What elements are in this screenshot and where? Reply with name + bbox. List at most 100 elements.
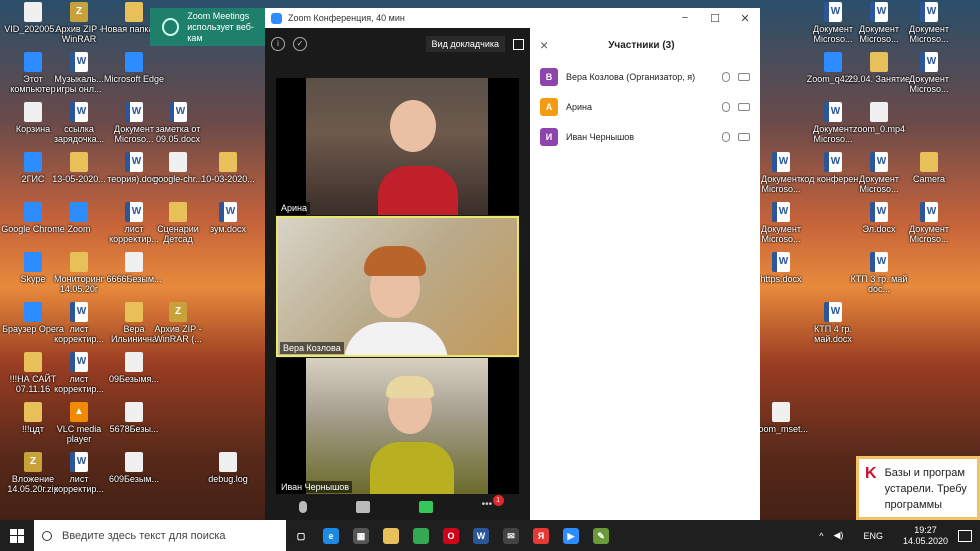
word-document-icon: W	[824, 2, 842, 22]
close-button[interactable]: ✕	[730, 12, 760, 25]
desktop-icon[interactable]: W Документ Microso...	[896, 202, 962, 244]
word-document-icon: W	[125, 202, 143, 222]
microphone-icon[interactable]	[722, 102, 730, 112]
shield-icon[interactable]: ✓	[293, 37, 307, 51]
language-indicator[interactable]: ENG	[863, 531, 883, 541]
desktop-icon[interactable]: 609Безым...	[101, 452, 167, 484]
desktop-icon[interactable]: 6666Безым...	[101, 252, 167, 284]
zoom-notification[interactable]: Zoom Meetings использует веб-кам	[150, 8, 265, 46]
microphone-icon[interactable]	[299, 501, 308, 513]
task-view-taskbar-button[interactable]: ▢	[286, 520, 316, 551]
zoom-titlebar: Zoom Конференция, 40 мин − ☐ ✕	[265, 8, 760, 28]
word-document-icon: W	[70, 452, 88, 472]
opera-taskbar-button[interactable]: O	[436, 520, 466, 551]
taskbar-search[interactable]: Введите здесь текст для поиска	[34, 520, 286, 551]
action-center-icon[interactable]	[958, 529, 972, 542]
word-document-icon: W	[824, 302, 842, 322]
video-camera-icon[interactable]	[738, 73, 750, 81]
search-icon	[42, 530, 52, 541]
application-icon	[24, 202, 42, 222]
video-camera-icon[interactable]	[738, 133, 750, 141]
desktop-icon-label: Документ Microso...	[761, 224, 801, 244]
more-icon[interactable]: ••• 1	[482, 495, 504, 513]
desktop-icon[interactable]: W КТП 3 гр. май doc...	[846, 252, 912, 294]
microphone-icon[interactable]	[722, 72, 730, 82]
participant-row[interactable]: В Вера Козлова (Организатор, я)	[530, 62, 760, 92]
microphone-icon[interactable]	[722, 132, 730, 142]
volume-icon[interactable]: ◀)	[834, 530, 844, 541]
share-screen-icon[interactable]	[418, 501, 433, 513]
desktop-icon-label: зум.docx	[209, 224, 247, 234]
desktop-icon[interactable]: 09Безымя...	[101, 352, 167, 384]
start-button[interactable]	[0, 520, 34, 551]
file-icon	[24, 2, 42, 22]
video-tile-active-speaker[interactable]: Вера Козлова	[276, 216, 519, 357]
word-taskbar-button[interactable]: W	[466, 520, 496, 551]
desktop-icon-label: zoom_mset...	[753, 424, 809, 434]
video-camera-icon[interactable]	[356, 501, 371, 513]
file-icon	[125, 252, 143, 272]
collapse-panel-icon[interactable]: ×	[540, 37, 548, 53]
edge-taskbar-button[interactable]: e	[316, 520, 346, 551]
desktop-icon-label: Документ Microso...	[859, 174, 899, 194]
paint-icon: ✎	[593, 527, 609, 544]
desktop-icon[interactable]: Camera	[896, 152, 962, 184]
desktop-icon[interactable]: Z Архив ZIP - WinRAR (...	[145, 302, 211, 344]
desktop-icon[interactable]: zoom_0.mp4	[846, 102, 912, 134]
clock[interactable]: 19:27 14.05.2020	[903, 525, 948, 547]
file-icon	[169, 152, 187, 172]
word-document-icon: W	[870, 202, 888, 222]
maximize-button[interactable]: ☐	[700, 12, 730, 25]
desktop-icon-label: Документ Microso...	[909, 24, 949, 44]
info-icon[interactable]: i	[271, 37, 285, 51]
tray-overflow-icon[interactable]: ^	[819, 531, 823, 541]
word-document-icon: W	[70, 302, 88, 322]
desktop-icon[interactable]: Microsoft Edge	[101, 52, 167, 84]
fullscreen-icon[interactable]	[513, 38, 524, 50]
application-icon	[70, 202, 88, 222]
desktop-icon[interactable]: debug.log	[195, 452, 261, 484]
chrome-taskbar-button[interactable]	[406, 520, 436, 551]
notification-text: использует веб-кам	[187, 21, 254, 43]
calculator-taskbar-button[interactable]: ▦	[346, 520, 376, 551]
word-document-icon: W	[920, 202, 938, 222]
video-tile[interactable]: Арина	[276, 78, 519, 215]
participant-name: Вера Козлова (Организатор, я)	[566, 72, 696, 82]
paint-taskbar-button[interactable]: ✎	[586, 520, 616, 551]
application-icon	[24, 252, 42, 272]
kaspersky-popup[interactable]: K Базы и програм устарели. Требу програм…	[856, 456, 980, 520]
desktop-icon-label: zoom_0.mp4	[852, 124, 906, 134]
desktop-icon-label: заметка от 09.05.docx	[155, 124, 201, 144]
desktop-icon[interactable]: Wзаметка от 09.05.docx	[145, 102, 211, 144]
desktop-icon-label: Эл.docx	[862, 224, 896, 234]
folder-icon	[70, 252, 88, 272]
desktop-icon-label: Skype	[20, 274, 46, 284]
file-icon	[772, 402, 790, 422]
zoom-taskbar-button[interactable]: ▶	[556, 520, 586, 551]
word-document-icon: W	[169, 102, 187, 122]
video-area: i ✓ Вид докладчика Арина Вера Козлова Ив…	[265, 28, 530, 520]
word-document-icon: W	[824, 102, 842, 122]
speaker-view-button[interactable]: Вид докладчика	[425, 36, 505, 52]
participant-row[interactable]: И Иван Чернышов	[530, 122, 760, 152]
opera-icon: O	[443, 527, 459, 544]
desktop-icon[interactable]: W Документ Microso...	[896, 2, 962, 44]
participant-row[interactable]: А Арина	[530, 92, 760, 122]
mail-taskbar-button[interactable]: ✉	[496, 520, 526, 551]
desktop-icon[interactable]: 10-03-2020...	[195, 152, 261, 184]
video-camera-icon[interactable]	[738, 103, 750, 111]
desktop-icon-label: лист корректир...	[54, 324, 104, 344]
desktop-icon[interactable]: W КТП 4 гр. май.docx	[800, 302, 866, 344]
minimize-button[interactable]: −	[670, 12, 700, 25]
desktop-icon[interactable]: Wзум.docx	[195, 202, 261, 234]
desktop-icon-label: КТП 4 гр. май.docx	[813, 324, 852, 344]
desktop-icon-label: Архив ZIP - WinRAR	[55, 24, 103, 44]
video-tile[interactable]: Иван Чернышов	[276, 358, 519, 494]
desktop-icon[interactable]: W Документ Microso...	[896, 52, 962, 94]
clock-time: 19:27	[914, 524, 937, 535]
desktop-icon[interactable]: 5678Безы...	[101, 402, 167, 434]
explorer-taskbar-button[interactable]	[376, 520, 406, 551]
zoom-logo-icon	[271, 12, 282, 24]
yandex-taskbar-button[interactable]: Я	[526, 520, 556, 551]
desktop-icon-label: Документ Microso...	[909, 224, 949, 244]
